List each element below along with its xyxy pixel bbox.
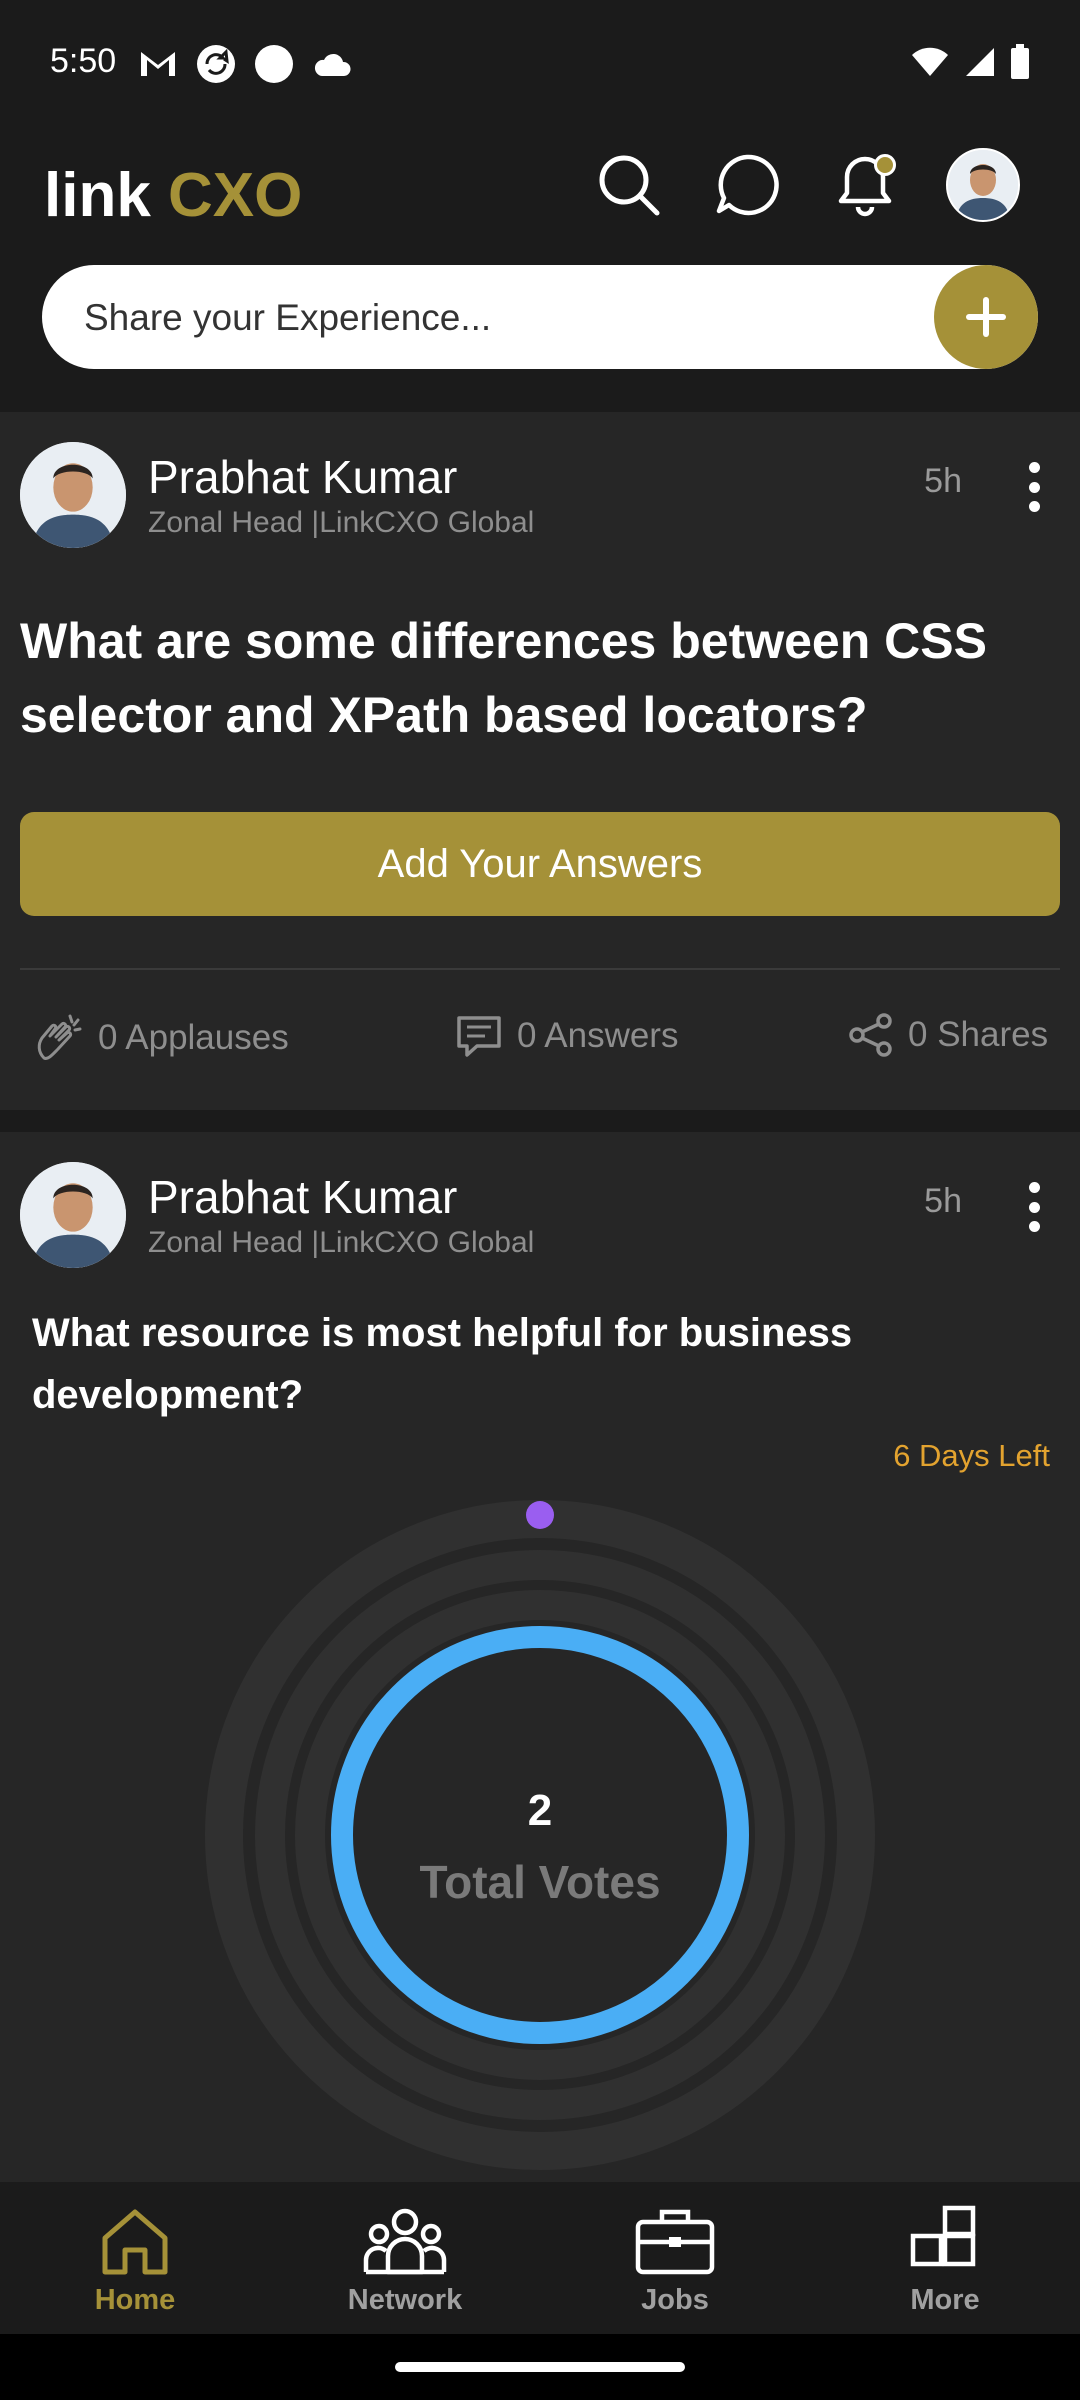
status-time: 5:50	[50, 42, 117, 80]
post-card: Prabhat Kumar Zonal Head |LinkCXO Global…	[0, 412, 1080, 1110]
shares-count: 0 Shares	[908, 1015, 1049, 1054]
nav-home-label: Home	[94, 2284, 176, 2316]
author-role: Zonal Head |LinkCXO Global	[148, 1226, 535, 1259]
share-experience-input[interactable]: Share your Experience...	[42, 265, 1038, 369]
dot-icon	[1028, 1182, 1040, 1193]
poll-days-left: 6 Days Left	[893, 1438, 1050, 1473]
grid-icon	[910, 2205, 976, 2267]
notifications-button[interactable]	[828, 148, 902, 222]
nav-network[interactable]: Network	[270, 2184, 540, 2334]
post-author[interactable]: Prabhat Kumar Zonal Head |LinkCXO Global	[20, 442, 534, 548]
signal-icon	[966, 48, 994, 76]
plus-icon	[966, 297, 1006, 337]
share-icon	[849, 1013, 892, 1057]
status-notification-icons	[138, 44, 352, 84]
post-time: 5h	[924, 1182, 962, 1220]
answers-count: 0 Answers	[517, 1016, 679, 1055]
dot-icon	[1028, 1221, 1040, 1232]
add-answer-button[interactable]: Add Your Answers	[20, 812, 1060, 916]
svg-text:CXO: CXO	[168, 161, 302, 230]
dot-icon	[1028, 501, 1040, 512]
poll-results-chart: 2 Total Votes	[205, 1500, 875, 2170]
author-avatar[interactable]	[20, 1162, 126, 1268]
poll-option-dot	[526, 1501, 554, 1529]
sync-icon	[197, 45, 235, 83]
author-name[interactable]: Prabhat Kumar	[148, 1169, 534, 1225]
dot-icon	[1028, 481, 1040, 493]
poll-post-card: Prabhat Kumar Zonal Head |LinkCXO Global…	[0, 1132, 1080, 2182]
home-gesture-bar[interactable]	[395, 2362, 685, 2372]
post-options-button[interactable]	[1024, 462, 1044, 512]
applause-count: 0 Applauses	[98, 1018, 289, 1057]
share-button[interactable]: 0 Shares	[848, 1012, 1048, 1058]
person-photo-icon	[20, 1162, 126, 1268]
home-icon	[102, 2209, 168, 2275]
status-bar: 5:50	[0, 0, 1080, 130]
nav-jobs[interactable]: Jobs	[540, 2184, 810, 2334]
author-role: Zonal Head |LinkCXO Global	[148, 506, 535, 539]
post-time: 5h	[924, 462, 962, 500]
briefcase-icon	[635, 2209, 715, 2275]
clapping-hands-icon	[37, 1014, 82, 1060]
nav-home[interactable]: Home	[0, 2184, 270, 2334]
nav-network-label: Network	[347, 2284, 463, 2316]
dot-icon	[1028, 1201, 1040, 1213]
gmail-icon	[141, 52, 175, 76]
post-question[interactable]: What are some differences between CSS se…	[20, 604, 1050, 752]
author-avatar[interactable]	[20, 442, 126, 548]
messages-button[interactable]	[710, 148, 784, 222]
status-system-icons	[910, 44, 1030, 80]
people-icon	[363, 2208, 447, 2275]
poll-inner-ring	[295, 1590, 785, 2080]
applause-button[interactable]: 0 Applauses	[32, 1012, 289, 1064]
search-button[interactable]	[592, 148, 666, 222]
circle-app-icon	[255, 45, 293, 83]
total-votes-label: Total Votes	[419, 1856, 660, 1908]
author-name[interactable]: Prabhat Kumar	[148, 449, 534, 505]
person-photo-icon	[20, 442, 126, 548]
chat-bubble-icon	[716, 154, 779, 216]
nav-more-label: More	[910, 2284, 980, 2316]
nav-more[interactable]: More	[810, 2184, 1080, 2334]
cloud-icon	[314, 53, 351, 76]
poll-question[interactable]: What resource is most helpful for busine…	[32, 1302, 1032, 1426]
notification-badge	[874, 154, 896, 176]
bottom-navigation: Home Network Jobs More	[0, 2184, 1080, 2334]
app-header: link CXO Share your Experience...	[0, 130, 1080, 410]
search-icon	[599, 155, 660, 216]
post-options-button[interactable]	[1024, 1182, 1044, 1232]
answers-button[interactable]: 0 Answers	[455, 1012, 678, 1060]
poll-vote-ring	[331, 1626, 749, 2044]
header-actions	[592, 148, 1020, 222]
nav-jobs-label: Jobs	[641, 2284, 709, 2316]
divider	[20, 968, 1060, 970]
comment-icon	[457, 1016, 501, 1057]
dot-icon	[1028, 462, 1040, 473]
battery-icon	[1011, 44, 1029, 79]
post-stats: 0 Applauses 0 Answers 0 Shares	[0, 1012, 1080, 1072]
person-photo-icon	[948, 150, 1018, 220]
total-votes-value: 2	[528, 1786, 552, 1835]
post-author[interactable]: Prabhat Kumar Zonal Head |LinkCXO Global	[20, 1162, 534, 1268]
profile-avatar[interactable]	[946, 148, 1020, 222]
wifi-icon	[912, 47, 948, 76]
linkcxo-logo: link CXO	[44, 161, 302, 230]
create-post-button[interactable]	[934, 265, 1038, 369]
svg-text:link: link	[44, 161, 151, 230]
share-placeholder: Share your Experience...	[84, 297, 492, 338]
